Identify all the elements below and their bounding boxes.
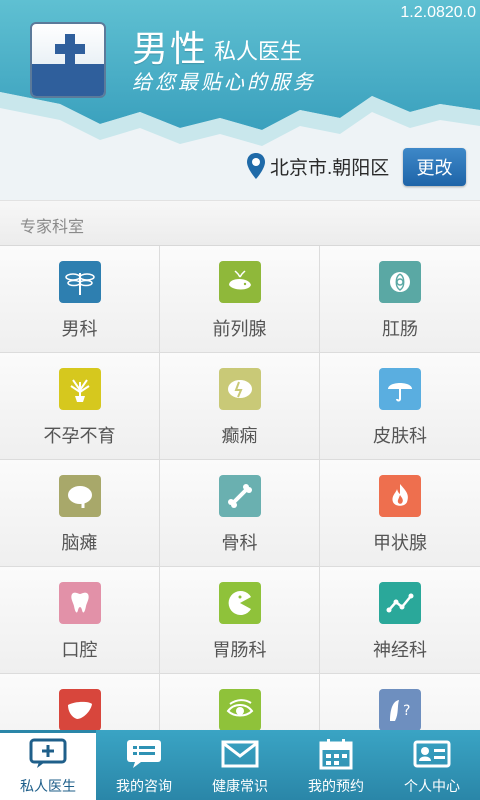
calendar-icon: [317, 738, 355, 770]
department-grid: 男科 前列腺 肛肠不孕不育 癫痫 皮肤科脑瘫 骨科 甲状腺口腔 胃肠科 神经科?: [0, 246, 480, 730]
dragonfly-icon: [58, 261, 101, 303]
department-label: 骨科: [221, 533, 258, 554]
eye-icon: [218, 689, 261, 730]
pacman-icon: [218, 582, 261, 624]
bottom-nav: 私人医生 我的咨询 健康常识 我的预约 个人中心: [0, 730, 480, 800]
department-label: 男科: [61, 319, 98, 340]
department-item[interactable]: 骨科: [160, 460, 320, 567]
app-header: 1.2.0820.0 男性 私人医生 给您最贴心的服务 北京市.朝阳区 更改: [0, 0, 480, 200]
department-label: 肛肠: [382, 319, 418, 340]
brain-bolt-icon: [218, 368, 261, 410]
department-label: 皮肤科: [373, 426, 427, 447]
liver-icon: [58, 689, 101, 730]
umbrella-icon: [379, 368, 421, 410]
department-item[interactable]: 皮肤科: [320, 353, 480, 460]
nav-item[interactable]: 个人中心: [384, 730, 480, 800]
version-text: 1.2.0820.0: [400, 4, 476, 21]
svg-text:?: ?: [403, 703, 410, 719]
bone-icon: [218, 475, 261, 517]
whale-icon: [218, 261, 261, 303]
department-item[interactable]: 男科: [0, 246, 160, 353]
nav-item[interactable]: 我的咨询: [96, 730, 192, 800]
tooth-icon: [58, 582, 101, 624]
nav-label: 我的预约: [308, 779, 364, 795]
department-item[interactable]: 脑瘫: [0, 460, 160, 567]
department-item[interactable]: [160, 674, 320, 730]
location-text: 北京市.朝阳区: [270, 157, 390, 179]
app-subtitle: 私人医生: [214, 40, 303, 65]
department-item[interactable]: [0, 674, 160, 730]
department-label: 不孕不育: [43, 426, 116, 447]
app-slogan: 给您最贴心的服务: [132, 70, 316, 94]
nav-label: 我的咨询: [116, 779, 172, 795]
chat-plus-icon: [29, 738, 67, 770]
department-item[interactable]: 胃肠科: [160, 567, 320, 674]
envelope-icon: [221, 738, 259, 770]
section-title: 专家科室: [20, 217, 85, 236]
nav-item[interactable]: 我的预约: [288, 730, 384, 800]
face-question-icon: ?: [379, 689, 421, 730]
department-label: 胃肠科: [212, 640, 267, 661]
chat-list-icon: [125, 738, 163, 770]
location-display: 北京市.朝阳区: [246, 152, 389, 180]
department-item[interactable]: ?: [320, 674, 480, 730]
department-item[interactable]: 神经科: [320, 567, 480, 674]
department-item[interactable]: 癫痫: [160, 353, 320, 460]
location-pin-icon: [247, 153, 265, 179]
department-label: 口腔: [61, 640, 98, 661]
department-label: 前列腺: [212, 319, 267, 340]
app-logo: [30, 22, 106, 98]
department-item[interactable]: 甲状腺: [320, 460, 480, 567]
department-label: 甲状腺: [373, 533, 427, 554]
department-item[interactable]: 口腔: [0, 567, 160, 674]
department-label: 癫痫: [221, 426, 258, 447]
nerve-icon: [379, 582, 421, 624]
id-card-icon: [413, 738, 451, 770]
flame-icon: [379, 475, 421, 517]
department-item[interactable]: 不孕不育: [0, 353, 160, 460]
nav-item[interactable]: 私人医生: [0, 730, 96, 800]
app-title: 男性: [132, 29, 209, 70]
nav-item[interactable]: 健康常识: [192, 730, 288, 800]
department-label: 脑瘫: [61, 533, 98, 554]
nav-label: 个人中心: [404, 779, 460, 795]
department-item[interactable]: 前列腺: [160, 246, 320, 353]
change-location-button[interactable]: 更改: [403, 148, 466, 186]
section-header: 专家科室: [0, 200, 480, 246]
department-label: 神经科: [373, 640, 427, 661]
flower-icon: [379, 261, 421, 303]
plant-icon: [58, 368, 101, 410]
department-item[interactable]: 肛肠: [320, 246, 480, 353]
nav-label: 健康常识: [212, 779, 268, 795]
brain-icon: [58, 475, 101, 517]
nav-label: 私人医生: [20, 779, 76, 795]
